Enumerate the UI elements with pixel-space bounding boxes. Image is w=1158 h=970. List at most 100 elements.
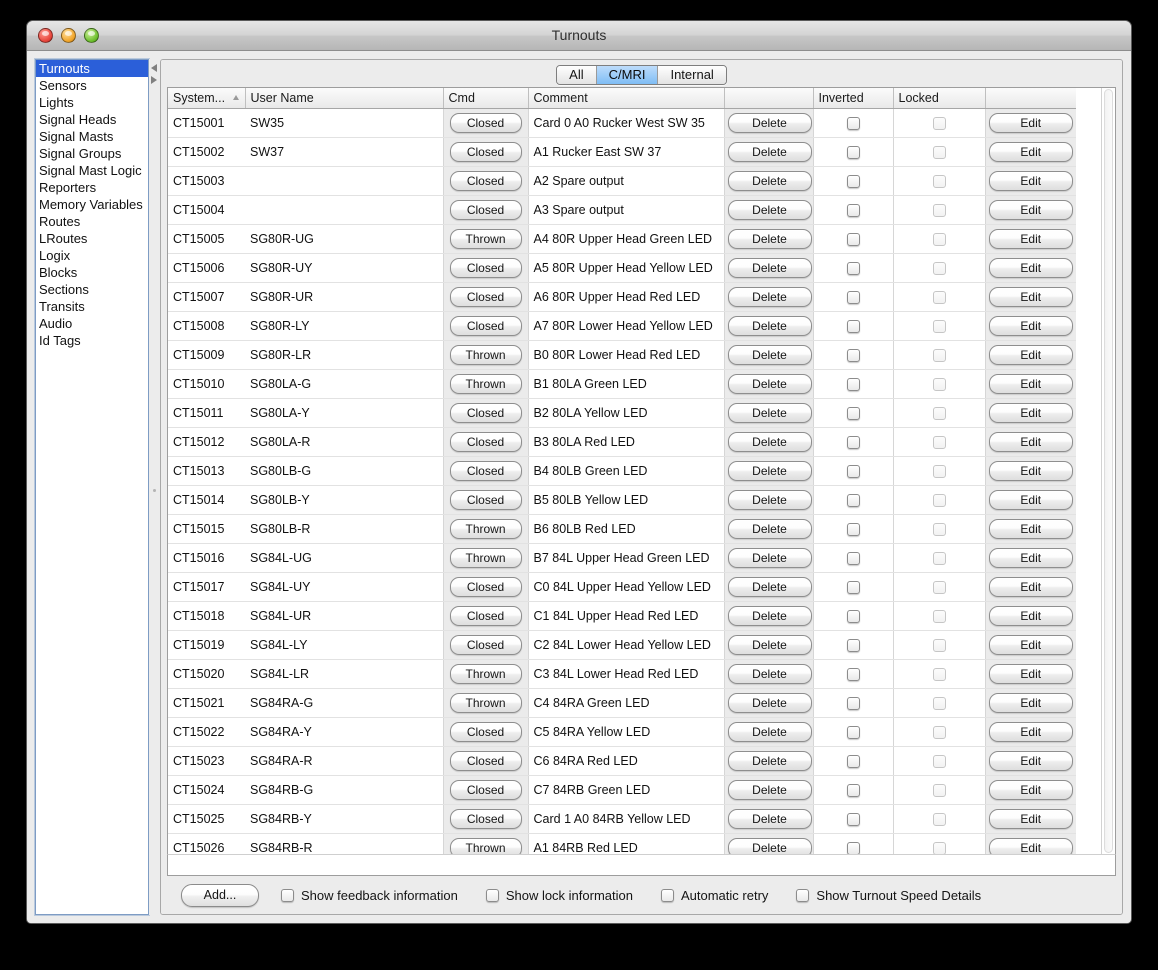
table-row[interactable]: CT15020SG84L-LRThrownC3 84L Lower Head R…: [168, 659, 1076, 688]
tab-all[interactable]: All: [557, 66, 596, 84]
cell-user-name[interactable]: SG84RB-G: [245, 775, 443, 804]
cmd-toggle-button[interactable]: Closed: [450, 606, 522, 626]
locked-checkbox[interactable]: [933, 320, 946, 333]
locked-checkbox[interactable]: [933, 610, 946, 623]
col-header-edit[interactable]: [985, 88, 1076, 108]
cmd-toggle-button[interactable]: Thrown: [450, 664, 522, 684]
locked-checkbox[interactable]: [933, 436, 946, 449]
cell-user-name[interactable]: SG84RA-R: [245, 746, 443, 775]
sidebar-item-signal-groups[interactable]: Signal Groups: [36, 145, 148, 162]
col-header-cmd[interactable]: Cmd: [443, 88, 528, 108]
col-header-user-name[interactable]: User Name: [245, 88, 443, 108]
locked-checkbox[interactable]: [933, 842, 946, 854]
cmd-toggle-button[interactable]: Closed: [450, 258, 522, 278]
checkbox-show-lock-information[interactable]: [486, 889, 499, 902]
edit-button[interactable]: Edit: [989, 316, 1073, 336]
inverted-checkbox[interactable]: [847, 813, 860, 826]
locked-checkbox[interactable]: [933, 494, 946, 507]
cmd-toggle-button[interactable]: Closed: [450, 751, 522, 771]
cmd-toggle-button[interactable]: Thrown: [450, 229, 522, 249]
locked-checkbox[interactable]: [933, 175, 946, 188]
table-row[interactable]: CT15016SG84L-UGThrownB7 84L Upper Head G…: [168, 543, 1076, 572]
table-row[interactable]: CT15025SG84RB-YClosedCard 1 A0 84RB Yell…: [168, 804, 1076, 833]
splitter-collapse-left-icon[interactable]: [151, 64, 157, 72]
edit-button[interactable]: Edit: [989, 287, 1073, 307]
locked-checkbox[interactable]: [933, 349, 946, 362]
edit-button[interactable]: Edit: [989, 780, 1073, 800]
table-row[interactable]: CT15010SG80LA-GThrownB1 80LA Green LEDDe…: [168, 369, 1076, 398]
edit-button[interactable]: Edit: [989, 200, 1073, 220]
inverted-checkbox[interactable]: [847, 494, 860, 507]
delete-button[interactable]: Delete: [728, 287, 812, 307]
inverted-checkbox[interactable]: [847, 233, 860, 246]
inverted-checkbox[interactable]: [847, 552, 860, 565]
edit-button[interactable]: Edit: [989, 258, 1073, 278]
locked-checkbox[interactable]: [933, 204, 946, 217]
cmd-toggle-button[interactable]: Closed: [450, 461, 522, 481]
table-row[interactable]: CT15022SG84RA-YClosedC5 84RA Yellow LEDD…: [168, 717, 1076, 746]
inverted-checkbox[interactable]: [847, 581, 860, 594]
table-row[interactable]: CT15001SW35ClosedCard 0 A0 Rucker West S…: [168, 108, 1076, 137]
delete-button[interactable]: Delete: [728, 258, 812, 278]
col-header-system-name[interactable]: System...: [168, 88, 245, 108]
sidebar-item-blocks[interactable]: Blocks: [36, 264, 148, 281]
inverted-checkbox[interactable]: [847, 117, 860, 130]
table-row[interactable]: CT15009SG80R-LRThrownB0 80R Lower Head R…: [168, 340, 1076, 369]
cell-comment[interactable]: C6 84RA Red LED: [528, 746, 724, 775]
edit-button[interactable]: Edit: [989, 403, 1073, 423]
cell-comment[interactable]: A5 80R Upper Head Yellow LED: [528, 253, 724, 282]
col-header-delete[interactable]: [724, 88, 813, 108]
delete-button[interactable]: Delete: [728, 403, 812, 423]
cell-user-name[interactable]: SG80R-UR: [245, 282, 443, 311]
inverted-checkbox[interactable]: [847, 523, 860, 536]
inverted-checkbox[interactable]: [847, 436, 860, 449]
locked-checkbox[interactable]: [933, 668, 946, 681]
delete-button[interactable]: Delete: [728, 577, 812, 597]
inverted-checkbox[interactable]: [847, 349, 860, 362]
delete-button[interactable]: Delete: [728, 432, 812, 452]
cmd-toggle-button[interactable]: Closed: [450, 809, 522, 829]
splitter-expand-right-icon[interactable]: [151, 76, 157, 84]
cell-comment[interactable]: A6 80R Upper Head Red LED: [528, 282, 724, 311]
cell-comment[interactable]: C1 84L Upper Head Red LED: [528, 601, 724, 630]
cmd-toggle-button[interactable]: Closed: [450, 171, 522, 191]
cell-comment[interactable]: A1 Rucker East SW 37: [528, 137, 724, 166]
edit-button[interactable]: Edit: [989, 432, 1073, 452]
table-row[interactable]: CT15024SG84RB-GClosedC7 84RB Green LEDDe…: [168, 775, 1076, 804]
cmd-toggle-button[interactable]: Closed: [450, 577, 522, 597]
locked-checkbox[interactable]: [933, 581, 946, 594]
locked-checkbox[interactable]: [933, 465, 946, 478]
edit-button[interactable]: Edit: [989, 548, 1073, 568]
edit-button[interactable]: Edit: [989, 229, 1073, 249]
edit-button[interactable]: Edit: [989, 809, 1073, 829]
sidebar-item-transits[interactable]: Transits: [36, 298, 148, 315]
inverted-checkbox[interactable]: [847, 146, 860, 159]
delete-button[interactable]: Delete: [728, 635, 812, 655]
sidebar-item-routes[interactable]: Routes: [36, 213, 148, 230]
inverted-checkbox[interactable]: [847, 639, 860, 652]
edit-button[interactable]: Edit: [989, 374, 1073, 394]
table-row[interactable]: CT15011SG80LA-YClosedB2 80LA Yellow LEDD…: [168, 398, 1076, 427]
locked-checkbox[interactable]: [933, 117, 946, 130]
delete-button[interactable]: Delete: [728, 142, 812, 162]
table-row[interactable]: CT15008SG80R-LYClosedA7 80R Lower Head Y…: [168, 311, 1076, 340]
cmd-toggle-button[interactable]: Closed: [450, 490, 522, 510]
table-row[interactable]: CT15021SG84RA-GThrownC4 84RA Green LEDDe…: [168, 688, 1076, 717]
table-row[interactable]: CT15013SG80LB-GClosedB4 80LB Green LEDDe…: [168, 456, 1076, 485]
edit-button[interactable]: Edit: [989, 519, 1073, 539]
checkbox-automatic-retry[interactable]: [661, 889, 674, 902]
sidebar-item-memory-variables[interactable]: Memory Variables: [36, 196, 148, 213]
cell-user-name[interactable]: [245, 195, 443, 224]
sidebar-item-lroutes[interactable]: LRoutes: [36, 230, 148, 247]
edit-button[interactable]: Edit: [989, 751, 1073, 771]
cell-comment[interactable]: Card 1 A0 84RB Yellow LED: [528, 804, 724, 833]
locked-checkbox[interactable]: [933, 726, 946, 739]
cell-comment[interactable]: C4 84RA Green LED: [528, 688, 724, 717]
delete-button[interactable]: Delete: [728, 519, 812, 539]
delete-button[interactable]: Delete: [728, 374, 812, 394]
sidebar-item-lights[interactable]: Lights: [36, 94, 148, 111]
cmd-toggle-button[interactable]: Thrown: [450, 838, 522, 855]
cell-user-name[interactable]: SG84RB-R: [245, 833, 443, 854]
table-row[interactable]: CT15012SG80LA-RClosedB3 80LA Red LEDDele…: [168, 427, 1076, 456]
table-row[interactable]: CT15007SG80R-URClosedA6 80R Upper Head R…: [168, 282, 1076, 311]
